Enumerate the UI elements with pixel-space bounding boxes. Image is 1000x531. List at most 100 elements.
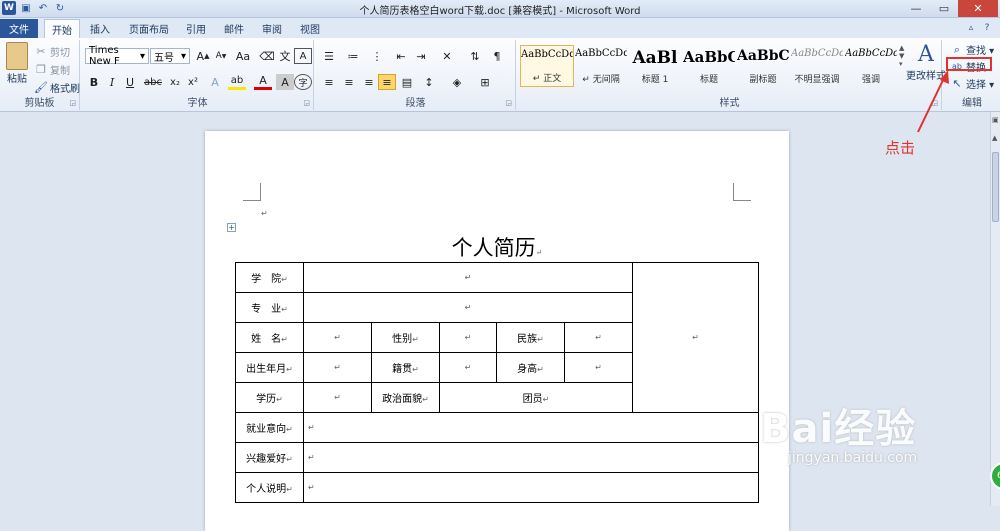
shading-icon[interactable]: ◈ [448, 74, 466, 90]
bullets-icon[interactable]: ☰ [320, 48, 338, 64]
style-title[interactable]: AaBbC 标题 [682, 45, 736, 87]
font-launcher-icon[interactable]: ◲ [303, 99, 310, 107]
show-marks-icon[interactable]: ¶ [488, 48, 506, 64]
close-icon[interactable]: ✕ [958, 0, 998, 17]
table-cell[interactable]: 个人说明↵ [235, 472, 304, 503]
table-cell[interactable]: 学 院↵ [235, 262, 304, 293]
sort-icon[interactable]: ⇅ [466, 48, 484, 64]
tab-page-layout[interactable]: 页面布局 [124, 19, 174, 38]
table-cell[interactable]: ↵ [303, 352, 372, 383]
tab-file[interactable]: 文件 [0, 19, 38, 38]
justify-icon[interactable]: ≡ [378, 74, 396, 90]
help-icon[interactable]: ? [980, 21, 994, 35]
table-cell[interactable]: ↵ [303, 442, 759, 473]
multilevel-list-icon[interactable]: ⋮ [368, 48, 386, 64]
ruler-toggle-icon[interactable]: ▣ [992, 116, 999, 124]
table-cell[interactable]: ↵ [439, 322, 497, 353]
watermark-url: jingyan.baidu.com [788, 450, 918, 466]
table-cell[interactable]: 学历↵ [235, 382, 304, 413]
bold-icon[interactable]: B [85, 74, 103, 90]
resume-table[interactable]: 学 院↵ ↵ ↵ 专 业↵ ↵ 姓 名↵ ↵ 性别↵ ↵ 民族↵ ↵ 出生年月↵… [235, 262, 759, 503]
paragraph-launcher-icon[interactable]: ◲ [505, 99, 512, 107]
tab-references[interactable]: 引用 [180, 19, 212, 38]
tab-mailings[interactable]: 邮件 [218, 19, 250, 38]
table-cell[interactable]: 专 业↵ [235, 292, 304, 323]
tab-insert[interactable]: 插入 [84, 19, 116, 38]
ribbon-collapse-icon[interactable]: ▵ [964, 21, 978, 35]
chinese-layout-icon[interactable]: ✕ [438, 48, 456, 64]
numbering-icon[interactable]: ≔ [344, 48, 362, 64]
style-normal[interactable]: AaBbCcDd ↵ 正文 [520, 45, 574, 87]
font-size-combo[interactable]: 五号 ▾ [150, 48, 190, 64]
table-cell[interactable]: 政治面貌↵ [371, 382, 440, 413]
borders-icon[interactable]: ⊞ [476, 74, 494, 90]
copy-button[interactable]: ❐ 复制 [34, 62, 70, 77]
table-cell[interactable]: 就业意向↵ [235, 412, 304, 443]
maximize-icon[interactable]: ▭ [930, 0, 958, 17]
style-emphasis[interactable]: AaBbCcDd 强调 [844, 45, 898, 87]
shrink-font-icon[interactable]: A ▼ [212, 48, 230, 64]
table-cell[interactable]: 姓 名↵ [235, 322, 304, 353]
line-spacing-icon[interactable]: ↕ [420, 74, 438, 90]
clipboard-launcher-icon[interactable]: ◲ [69, 99, 76, 107]
format-painter-button[interactable]: 🖌 格式刷 [34, 80, 80, 95]
table-cell[interactable]: ↵ [564, 322, 633, 353]
document-page[interactable]: ↵ + 个人简历↵ 学 院↵ ↵ ↵ 专 业↵ ↵ 姓 名↵ ↵ 性别↵ ↵ 民… [205, 131, 789, 531]
select-button[interactable]: ↖ 选择 ▾ [950, 76, 994, 91]
table-cell[interactable]: ↵ [303, 382, 372, 413]
enclose-characters-icon[interactable]: 字 [294, 74, 312, 90]
table-cell[interactable]: 团员↵ [439, 382, 633, 413]
tab-view[interactable]: 视图 [294, 19, 326, 38]
font-color-icon[interactable]: A [254, 74, 272, 90]
scrollbar-thumb[interactable] [992, 152, 999, 222]
style-no-spacing[interactable]: AaBbCcDd ↵ 无间隔 [574, 45, 628, 87]
align-right-icon[interactable]: ≡ [360, 74, 378, 90]
align-center-icon[interactable]: ≡ [340, 74, 358, 90]
phonetic-guide-icon[interactable]: 文 [276, 48, 294, 64]
scroll-up-icon[interactable]: ▲ [992, 134, 997, 142]
minimize-icon[interactable]: — [902, 0, 930, 17]
vertical-scrollbar[interactable]: ▣ ▲ [990, 112, 1000, 506]
table-cell[interactable]: 民族↵ [496, 322, 565, 353]
tab-review[interactable]: 审阅 [256, 19, 288, 38]
change-case-icon[interactable]: Aa [234, 48, 252, 64]
table-cell[interactable]: ↵ [564, 352, 633, 383]
table-cell[interactable]: ↵ [303, 262, 633, 293]
table-cell[interactable]: 兴趣爱好↵ [235, 442, 304, 473]
grow-font-icon[interactable]: A ▲ [194, 48, 212, 64]
table-cell[interactable]: ↵ [303, 292, 633, 323]
subscript-icon[interactable]: x₂ [166, 74, 184, 90]
clear-formatting-icon[interactable]: ⌫ [258, 48, 276, 64]
highlight-icon[interactable]: ab [228, 74, 246, 90]
align-left-icon[interactable]: ≡ [320, 74, 338, 90]
distributed-icon[interactable]: ▤ [398, 74, 416, 90]
cut-button[interactable]: ✂ 剪切 [34, 44, 70, 59]
style-subtitle[interactable]: AaBbC 副标题 [736, 45, 790, 87]
style-subtle-emphasis[interactable]: AaBbCcDd 不明显强调 [790, 45, 844, 87]
strikethrough-icon[interactable]: abc [144, 74, 162, 90]
table-cell[interactable]: 性别↵ [371, 322, 440, 353]
table-cell[interactable]: 出生年月↵ [235, 352, 304, 383]
character-border-icon[interactable]: A [294, 48, 312, 64]
increase-indent-icon[interactable]: ⇥ [412, 48, 430, 64]
decrease-indent-icon[interactable]: ⇤ [392, 48, 410, 64]
find-button[interactable]: ⌕ 查找 ▾ [950, 42, 994, 58]
table-cell[interactable]: ↵ [303, 322, 372, 353]
tab-home[interactable]: 开始 [44, 19, 80, 38]
photo-cell[interactable]: ↵ [632, 262, 759, 413]
text-effects-icon[interactable]: A [206, 74, 224, 90]
document-title[interactable]: 个人简历↵ [205, 232, 789, 262]
style-heading-1[interactable]: AaBl 标题 1 [628, 45, 682, 87]
table-cell[interactable]: ↵ [303, 412, 759, 443]
character-shading-icon[interactable]: A [276, 74, 294, 90]
superscript-icon[interactable]: x² [184, 74, 202, 90]
table-cell[interactable]: 身高↵ [496, 352, 565, 383]
paste-button[interactable]: 粘贴 [4, 42, 30, 85]
table-cell[interactable]: 籍贯↵ [371, 352, 440, 383]
table-cell[interactable]: ↵ [439, 352, 497, 383]
italic-icon[interactable]: I [103, 74, 121, 90]
table-move-handle-icon[interactable]: + [227, 223, 236, 232]
font-name-combo[interactable]: Times New F ▾ [85, 45, 149, 67]
underline-icon[interactable]: U [121, 74, 139, 90]
table-cell[interactable]: ↵ [303, 472, 759, 503]
